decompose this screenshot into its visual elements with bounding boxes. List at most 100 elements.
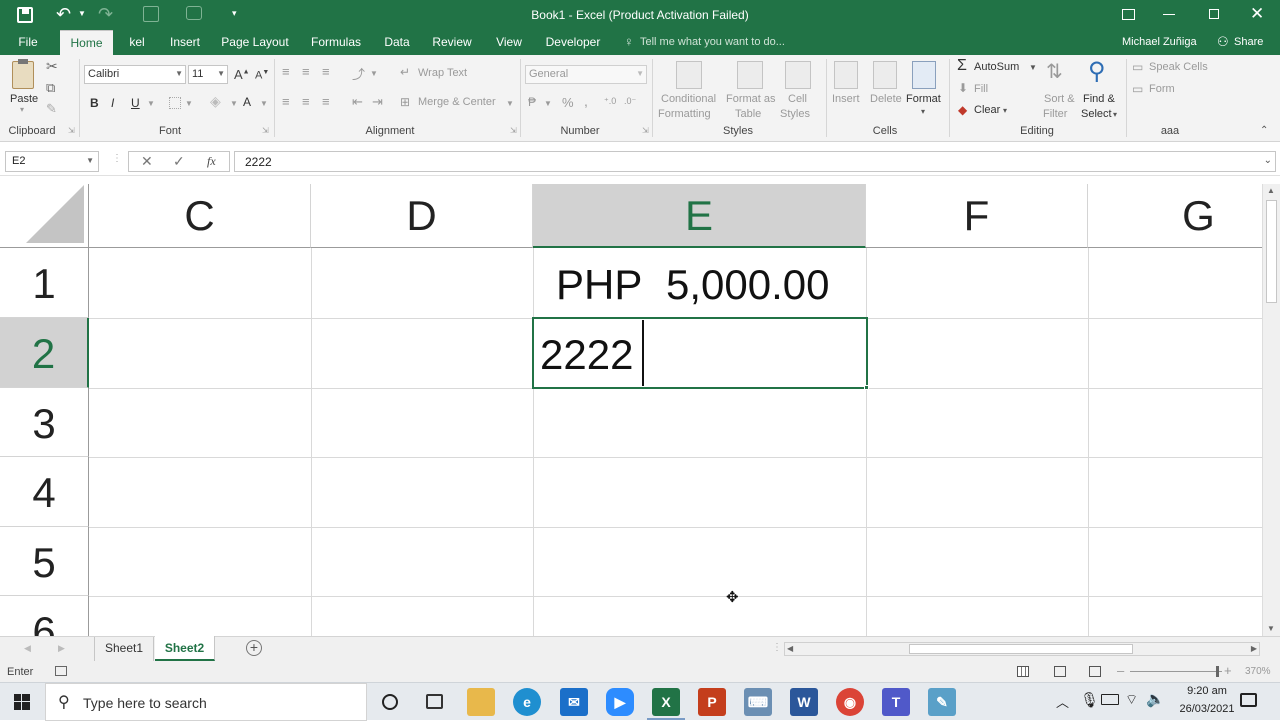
format-painter-icon[interactable]: ✎	[46, 101, 57, 117]
borders-icon[interactable]	[169, 97, 181, 109]
tab-formulas[interactable]: Formulas	[306, 30, 366, 55]
confirm-entry-icon[interactable]: ✓	[173, 153, 185, 170]
scroll-prev-sheet-icon[interactable]: ◀	[24, 643, 31, 654]
ribbon-display-options-icon[interactable]	[1122, 9, 1135, 20]
horizontal-scroll-thumb[interactable]	[909, 644, 1133, 654]
percent-style-button[interactable]: %	[562, 95, 574, 110]
tab-review[interactable]: Review	[428, 30, 476, 55]
cut-icon[interactable]: ✂	[46, 58, 58, 75]
grow-font-icon[interactable]: A▲	[234, 67, 250, 82]
chrome-icon[interactable]: ◉	[836, 688, 864, 716]
row-header-5[interactable]: 5	[0, 527, 89, 596]
user-name[interactable]: Michael Zuñiga	[1122, 36, 1197, 48]
clear-icon[interactable]: ◆	[958, 103, 967, 117]
font-name-select[interactable]: Calibri ▼	[84, 65, 186, 84]
name-box[interactable]: E2 ▼	[5, 151, 99, 172]
tab-page-layout[interactable]: Page Layout	[218, 30, 292, 55]
zoom-out-icon[interactable]: –	[1117, 663, 1124, 678]
powerpoint-icon[interactable]: P	[698, 688, 726, 716]
font-color-icon[interactable]: A	[243, 95, 251, 109]
sheet-tab-sheet1[interactable]: Sheet1	[94, 637, 154, 661]
insert-cells-button[interactable]: Insert	[832, 93, 860, 105]
undo-dropdown-icon[interactable]: ▼	[78, 9, 86, 18]
redo-icon[interactable]: ↷	[98, 4, 113, 25]
speak-cells-icon[interactable]: ▭	[1132, 60, 1143, 74]
align-center-icon[interactable]: ≡	[302, 94, 310, 109]
row-header-6[interactable]: 6	[0, 596, 89, 636]
autosum-button[interactable]: AutoSum	[974, 61, 1019, 73]
insert-function-button[interactable]: fx	[207, 154, 216, 169]
bold-button[interactable]: B	[90, 96, 99, 110]
scroll-right-arrow[interactable]: ▶	[1251, 644, 1257, 653]
collapse-ribbon-icon[interactable]: ⌃	[1260, 125, 1268, 136]
italic-button[interactable]: I	[111, 96, 114, 110]
edge-icon[interactable]: e	[513, 688, 541, 716]
row-header-3[interactable]: 3	[0, 388, 89, 457]
row-header-2[interactable]: 2	[0, 318, 89, 388]
scroll-next-sheet-icon[interactable]: ▶	[58, 643, 65, 654]
wrap-text-button[interactable]: Wrap Text	[418, 67, 467, 79]
tab-insert[interactable]: Insert	[164, 30, 206, 55]
decrease-indent-icon[interactable]: ⇤	[352, 94, 363, 110]
format-as-table-icon[interactable]	[737, 61, 763, 89]
undo-icon[interactable]: ↶	[56, 4, 71, 25]
speak-cells-button[interactable]: Speak Cells	[1149, 61, 1208, 73]
font-size-select[interactable]: 11 ▼	[188, 65, 228, 84]
sheet-tab-sheet2[interactable]: Sheet2	[155, 636, 215, 661]
delete-cells-icon[interactable]	[873, 61, 897, 89]
paste-dropdown-icon[interactable]: ▾	[20, 105, 24, 114]
accounting-dropdown-icon[interactable]: ▼	[544, 99, 552, 108]
minimize-button[interactable]	[1163, 14, 1175, 15]
autosum-icon[interactable]: Σ	[957, 57, 967, 75]
page-layout-view-icon[interactable]	[1054, 666, 1066, 677]
cell-e1-currency[interactable]: PHP	[556, 261, 642, 309]
normal-view-icon[interactable]	[1017, 666, 1029, 677]
page-break-view-icon[interactable]	[1089, 666, 1101, 677]
clock-date[interactable]: 26/03/2021	[1172, 703, 1242, 715]
font-color-dropdown-icon[interactable]: ▼	[260, 99, 268, 108]
decrease-decimal-icon[interactable]: .0⁻	[624, 96, 636, 107]
zoom-slider-thumb[interactable]	[1216, 666, 1219, 677]
orientation-icon[interactable]: ⤴	[352, 64, 365, 83]
clear-button[interactable]: Clear	[974, 104, 1000, 116]
cell-styles-icon[interactable]	[785, 61, 811, 89]
tab-data[interactable]: Data	[380, 30, 414, 55]
accounting-format-icon[interactable]: ₱	[528, 95, 536, 109]
conditional-formatting-icon[interactable]	[676, 61, 702, 89]
cancel-entry-icon[interactable]: ✕	[141, 153, 153, 170]
format-cells-button[interactable]: Format	[906, 93, 941, 105]
fill-icon[interactable]: ⬇	[958, 81, 968, 95]
tab-kel[interactable]: kel	[122, 30, 152, 55]
macro-recording-icon[interactable]	[55, 666, 67, 676]
scroll-left-arrow[interactable]: ◀	[787, 644, 793, 653]
increase-indent-icon[interactable]: ⇥	[372, 94, 383, 110]
horizontal-scrollbar[interactable]: ◀ ▶	[784, 642, 1260, 656]
align-right-icon[interactable]: ≡	[322, 94, 330, 109]
zoom-app-icon[interactable]: ▶	[606, 688, 634, 716]
align-bottom-icon[interactable]: ≡	[322, 64, 330, 79]
format-dropdown-icon[interactable]: ▾	[921, 107, 925, 116]
form-button[interactable]: Form	[1149, 83, 1175, 95]
cell-styles-button[interactable]: Cell	[788, 93, 807, 105]
notifications-icon[interactable]	[1240, 693, 1257, 707]
task-view-icon[interactable]	[426, 694, 443, 709]
fill-color-icon[interactable]: ◈	[210, 93, 221, 110]
tab-home[interactable]: Home	[60, 30, 113, 55]
volume-icon[interactable]: 🔈	[1146, 690, 1165, 708]
customize-toolbar-icon[interactable]: ▾	[232, 8, 237, 19]
underline-dropdown-icon[interactable]: ▼	[147, 99, 155, 108]
number-launcher-icon[interactable]: ⇲	[642, 126, 649, 135]
paste-icon[interactable]	[12, 59, 34, 89]
tab-developer[interactable]: Developer	[540, 30, 606, 55]
cell-e2[interactable]: 2222	[540, 331, 633, 379]
insert-cells-icon[interactable]	[834, 61, 858, 89]
sort-filter-icon[interactable]: ⇅	[1046, 59, 1063, 84]
zoom-level[interactable]: 370%	[1245, 666, 1271, 677]
orientation-dropdown-icon[interactable]: ▼	[370, 69, 378, 78]
scroll-down-arrow[interactable]: ▼	[1267, 624, 1275, 633]
zoom-slider[interactable]	[1130, 666, 1222, 677]
formula-input[interactable]: 2222 ⌄	[234, 151, 1276, 172]
teams-icon[interactable]: T	[882, 688, 910, 716]
show-hidden-icons[interactable]: ︿	[1056, 692, 1069, 711]
column-header-g[interactable]: G	[1088, 184, 1262, 248]
